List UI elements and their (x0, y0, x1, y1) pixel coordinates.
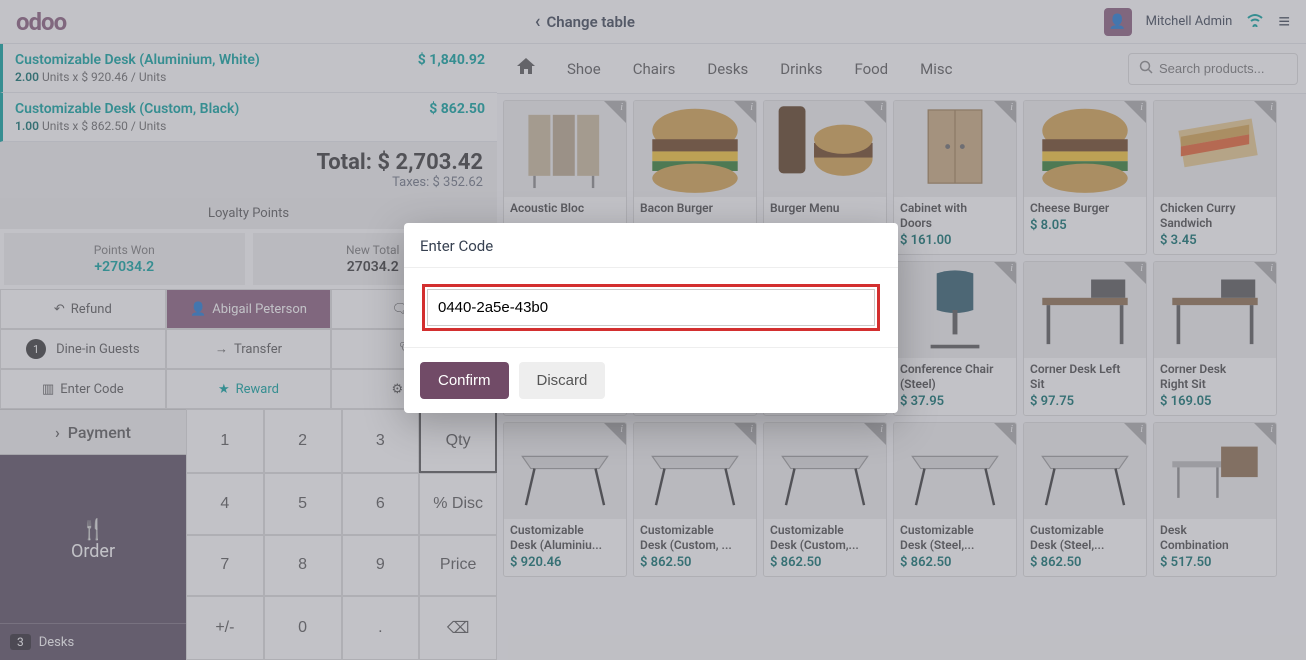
code-input[interactable] (427, 289, 875, 326)
modal-title: Enter Code (404, 223, 898, 268)
enter-code-modal: Enter Code Confirm Discard (404, 223, 898, 413)
discard-button[interactable]: Discard (519, 362, 606, 399)
confirm-button[interactable]: Confirm (420, 362, 509, 399)
